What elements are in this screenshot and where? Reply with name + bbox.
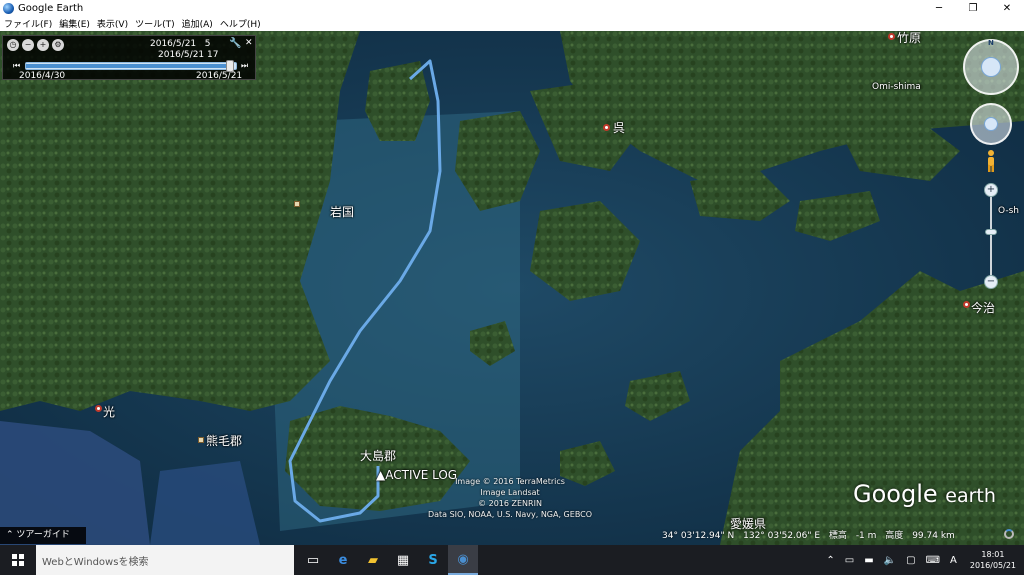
search-placeholder: WebとWindowsを検索 (42, 556, 149, 568)
range-end-label: 2016/5/21 (196, 71, 243, 81)
menu-view[interactable]: 表示(V) (93, 17, 131, 30)
zoom-track (990, 191, 992, 281)
tour-guide-toggle[interactable]: ⌃ ツアーガイド (0, 527, 86, 544)
store-icon[interactable]: ▦ (388, 545, 418, 575)
taskbar-search-box[interactable]: WebとWindowsを検索 (36, 545, 294, 575)
minimize-button[interactable]: ─ (922, 0, 956, 16)
zoom-in-button[interactable]: + (984, 183, 998, 197)
end-time-label: 2016/5/21 17 (158, 50, 219, 60)
maximize-button[interactable]: ❐ (956, 0, 990, 16)
place-label-oshi[interactable]: O-sh (998, 206, 1019, 216)
window-title: Google Earth (18, 2, 84, 14)
city-marker-icon[interactable] (888, 33, 895, 40)
place-label-kure[interactable]: 呉 (613, 119, 625, 136)
network-icon[interactable]: ▭ (840, 555, 859, 566)
battery-icon[interactable]: ▬ (859, 555, 878, 566)
close-button[interactable]: ✕ (990, 0, 1024, 16)
taskbar-clock[interactable]: 18:01 2016/05/21 (962, 549, 1024, 571)
time-slider-fill (26, 64, 230, 68)
place-label-iwakuni[interactable]: 岩国 (330, 203, 354, 220)
place-label-imabari[interactable]: 今治 (971, 299, 995, 316)
current-date-label: 2016/5/21 5 (150, 39, 211, 49)
north-indicator-icon: N (988, 39, 994, 47)
google-earth-app-icon (3, 2, 14, 14)
time-slider-panel: ◷ − + ⚙ 2016/5/21 5 2016/5/21 17 🔧 ✕ ⏮ ⏭… (2, 35, 256, 81)
step-back-icon[interactable]: ⏮ (13, 61, 20, 71)
windows-taskbar: WebとWindowsを検索 ▭ e ▰ ▦ S ◉ ⌃ ▭ ▬ 🔈 ▢ ⌨ A… (0, 545, 1024, 575)
clock-time: 18:01 (981, 550, 1005, 559)
navigation-compass[interactable]: N (963, 39, 1019, 95)
city-marker-icon[interactable] (95, 405, 102, 412)
zoom-handle[interactable] (985, 229, 997, 235)
altitude-value: 99.74 km (912, 531, 955, 541)
altitude-label: 高度 (885, 531, 904, 541)
time-slider-track[interactable] (25, 60, 237, 72)
city-marker-icon[interactable] (963, 301, 970, 308)
zoom-in-icon[interactable]: + (37, 39, 49, 51)
zoom-slider[interactable]: + − (984, 183, 998, 293)
range-start-label: 2016/4/30 (19, 71, 66, 81)
file-explorer-icon[interactable]: ▰ (358, 545, 388, 575)
elevation-value: -1 m (855, 531, 877, 541)
clock-icon[interactable]: ◷ (7, 39, 19, 51)
place-label-hikari[interactable]: 光 (103, 403, 115, 420)
settings-icon[interactable]: ⚙ (52, 39, 64, 51)
step-forward-icon[interactable]: ⏭ (241, 61, 248, 71)
show-hidden-icons-icon[interactable]: ⌃ (821, 555, 839, 566)
menu-edit[interactable]: 編集(E) (55, 17, 93, 30)
menu-file[interactable]: ファイル(F) (0, 17, 55, 30)
menu-add[interactable]: 追加(A) (178, 17, 216, 30)
city-marker-icon[interactable] (603, 124, 610, 131)
menu-bar: ファイル(F) 編集(E) 表示(V) ツール(T) 追加(A) ヘルプ(H) (0, 16, 1024, 31)
place-label-oshima[interactable]: 大島郡 (360, 447, 396, 464)
imagery-credits: Image © 2016 TerraMetrics Image Landsat … (427, 477, 593, 519)
streaming-indicator-icon (1004, 529, 1014, 539)
menu-help[interactable]: ヘルプ(H) (216, 17, 264, 30)
menu-tools[interactable]: ツール(T) (131, 17, 178, 30)
start-button[interactable] (0, 545, 36, 575)
move-joystick-icon[interactable] (981, 57, 1001, 77)
wrench-icon[interactable]: 🔧 (229, 38, 241, 49)
earth-map-view[interactable]: ◷ − + ⚙ 2016/5/21 5 2016/5/21 17 🔧 ✕ ⏮ ⏭… (0, 31, 1024, 545)
skype-icon[interactable]: S (418, 545, 448, 575)
track-point-icon: ▲ (376, 468, 386, 482)
task-view-icon[interactable]: ▭ (298, 545, 328, 575)
status-bar: 34° 03'12.94" N 132° 03'52.06" E 標高 -1 m… (662, 528, 961, 541)
elevation-label: 標高 (828, 531, 847, 541)
chevron-up-icon: ⌃ (6, 530, 17, 540)
windows-logo-icon (12, 554, 24, 566)
ime-indicator[interactable]: A (945, 555, 962, 566)
look-joystick-icon[interactable] (984, 117, 998, 131)
title-bar: Google Earth ─ ❐ ✕ (0, 0, 1024, 16)
google-earth-logo: Google earth (853, 480, 996, 508)
edge-browser-icon[interactable]: e (328, 545, 358, 575)
close-icon[interactable]: ✕ (245, 38, 253, 48)
volume-icon[interactable]: 🔈 (879, 555, 901, 566)
notification-icon[interactable]: ▢ (901, 555, 920, 566)
place-label-omishima[interactable]: Omi-shima (872, 82, 921, 92)
place-label-takehara[interactable]: 竹原 (897, 31, 921, 46)
google-earth-taskbar-icon[interactable]: ◉ (448, 545, 478, 575)
satellite-terrain (0, 31, 1024, 545)
latitude-readout: 34° 03'12.94" N (662, 531, 735, 541)
look-control[interactable] (970, 103, 1012, 145)
zoom-out-icon[interactable]: − (22, 39, 34, 51)
keyboard-icon[interactable]: ⌨ (921, 555, 945, 566)
longitude-readout: 132° 03'52.06" E (743, 531, 821, 541)
place-marker-icon[interactable] (198, 437, 204, 443)
place-label-kumage[interactable]: 熊毛郡 (206, 432, 242, 449)
street-view-pegman-icon[interactable] (985, 149, 997, 173)
clock-date: 2016/05/21 (969, 561, 1016, 570)
zoom-out-button[interactable]: − (984, 275, 998, 289)
place-marker-icon[interactable] (294, 201, 300, 207)
system-tray: ⌃ ▭ ▬ 🔈 ▢ ⌨ A 18:01 2016/05/21 (821, 545, 1024, 575)
